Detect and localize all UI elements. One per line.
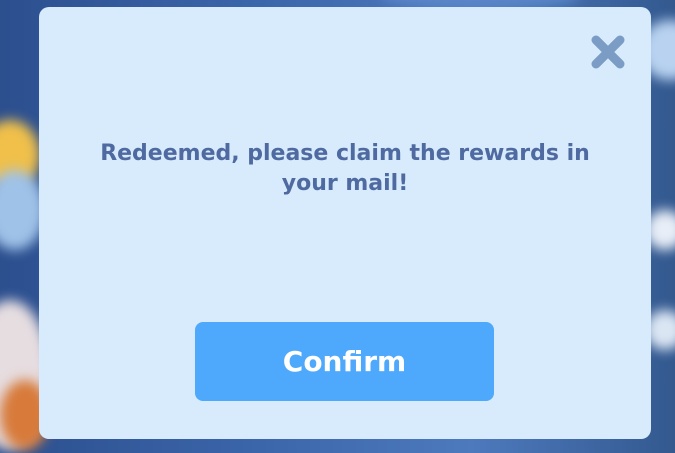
dialog-message: Redeemed, please claim the rewards in yo…	[100, 141, 590, 196]
confirm-button[interactable]: Confirm	[195, 322, 494, 401]
close-button[interactable]	[589, 33, 627, 71]
redeem-dialog: Redeemed, please claim the rewards in yo…	[39, 7, 651, 439]
close-icon	[591, 35, 625, 69]
